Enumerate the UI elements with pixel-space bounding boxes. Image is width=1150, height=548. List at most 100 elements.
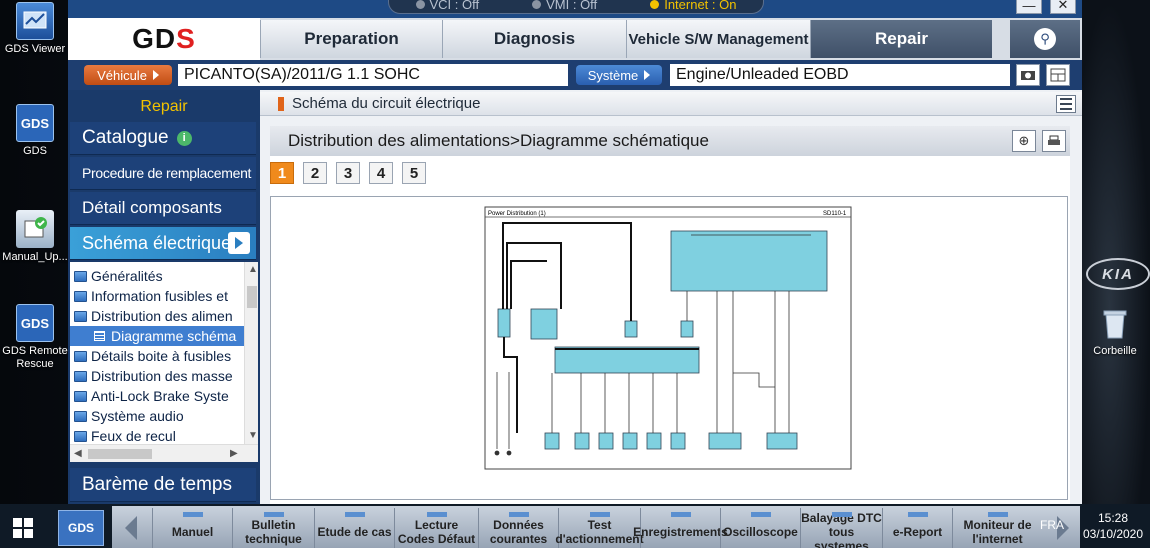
info-icon[interactable]: i (176, 130, 192, 146)
toolbar-oscilloscope[interactable]: Oscilloscope (720, 508, 800, 548)
scroll-thumb[interactable] (247, 286, 257, 308)
kia-logo-icon: KIA (1086, 258, 1150, 290)
vehicle-field: PICANTO(SA)/2011/G 1.1 SOHC (178, 64, 568, 86)
search-button[interactable]: ⚲ (1010, 20, 1080, 58)
tree-item[interactable]: Distribution des alimen (70, 306, 244, 326)
sidebar-item-schema-electrique[interactable]: Schéma électrique (70, 227, 256, 260)
tab-diagnosis[interactable]: Diagnosis (442, 20, 626, 58)
folder-icon (74, 290, 87, 302)
gds-logo: GD S (68, 18, 260, 60)
sidebar-item-procedure[interactable]: Procedure de remplacement (70, 157, 256, 190)
page-button-3[interactable]: 3 (336, 162, 360, 184)
system-clock[interactable]: 15:28 03/10/2020 (1082, 510, 1144, 542)
desktop-icon-gds[interactable]: GDS GDS (0, 104, 70, 157)
tab-vehicle-sw-management[interactable]: Vehicle S/W Management (626, 20, 810, 58)
vehicle-bar: Véhicule PICANTO(SA)/2011/G 1.1 SOHC Sys… (68, 60, 1082, 90)
toolbar-enregistrements[interactable]: Enregistrements (633, 508, 728, 548)
toolbar-bulletin[interactable]: Bulletin technique (232, 508, 314, 548)
desktop-icon-manual-update[interactable]: Manual_Up... (0, 210, 70, 263)
toolbar-lecture-codes[interactable]: Lecture Codes Défaut (394, 508, 478, 548)
zoom-icon: ⊕ (1018, 133, 1030, 148)
minimize-button[interactable]: — (1016, 0, 1042, 14)
main-navbar: GD S Preparation Diagnosis Vehicle S/W Ma… (68, 18, 1082, 60)
toolbar-e-report[interactable]: e-Report (882, 508, 952, 548)
desktop-icon-gds-viewer[interactable]: GDS Viewer (0, 2, 70, 55)
menu-button[interactable] (1056, 95, 1076, 113)
tree-vertical-scrollbar[interactable]: ▲ ▼ (244, 262, 258, 444)
system-select-button[interactable]: Système (576, 65, 662, 85)
vmi-status: VMI : Off (532, 0, 597, 12)
close-icon: ✕ (1057, 0, 1069, 12)
print-icon (1048, 135, 1060, 145)
toolbar-prev-button[interactable] (116, 512, 146, 544)
page-button-4[interactable]: 4 (369, 162, 393, 184)
tree-item[interactable]: Feux de recul (70, 426, 244, 446)
toolbar-moniteur-internet[interactable]: Moniteur de l'internet (952, 508, 1042, 548)
tree-item[interactable]: Généralités (70, 266, 244, 286)
breadcrumb: Distribution des alimentations>Diagramme… (270, 126, 1070, 156)
folder-icon (74, 430, 87, 442)
desktop-icon-recycle-bin[interactable]: Corbeille (1080, 304, 1150, 357)
tree-horizontal-scrollbar[interactable]: ◀ ▶ (70, 444, 258, 462)
tree-item[interactable]: Système audio (70, 406, 244, 426)
scroll-left-icon[interactable]: ◀ (74, 448, 82, 459)
zoom-button[interactable]: ⊕ (1012, 130, 1036, 152)
vehicle-select-button[interactable]: Véhicule (84, 65, 172, 85)
toolbar-etude-de-cas[interactable]: Etude de cas (314, 508, 394, 548)
page-button-1[interactable]: 1 (270, 162, 294, 184)
gds-window: VCI : Off VMI : Off Internet : On — ✕ GD… (68, 0, 1082, 510)
document-icon (94, 331, 105, 341)
scroll-thumb[interactable] (88, 449, 152, 459)
tab-preparation[interactable]: Preparation (260, 20, 442, 58)
sidebar-item-detail-composants[interactable]: Détail composants (70, 192, 256, 225)
toolbar-balayage-dtc[interactable]: Balayage DTC tous systemes (800, 508, 882, 548)
taskbar-gds-app[interactable]: GDS (58, 510, 104, 546)
start-button[interactable] (0, 508, 46, 548)
toolbar-test-actionnement[interactable]: Test d'actionnement (555, 508, 644, 548)
schema-tree: Généralités Information fusibles et Dist… (70, 262, 258, 462)
repair-sidebar: Repair Catalogue i Procedure de remplacem… (68, 90, 260, 510)
content-area: Schéma du circuit électrique Distributio… (260, 90, 1082, 510)
toolbar-manuel[interactable]: Manuel (152, 508, 232, 548)
windows-logo-icon (13, 518, 33, 538)
sidebar-item-bareme[interactable]: Barème de temps (70, 468, 256, 502)
tree-item[interactable]: Information fusibles et (70, 286, 244, 306)
internet-status-icon (650, 0, 660, 9)
diagram-panel: Distribution des alimentations>Diagramme… (270, 126, 1070, 504)
vmi-status-icon (532, 0, 542, 9)
tab-repair[interactable]: Repair (810, 20, 992, 58)
page-selector: 1 2 3 4 5 (270, 162, 426, 184)
language-indicator[interactable]: FRA (1040, 518, 1064, 532)
tree-item[interactable]: Distribution des masse (70, 366, 244, 386)
windows-taskbar: GDS Manuel Bulletin technique Etude de c… (0, 504, 1150, 548)
gds-function-toolbar: Manuel Bulletin technique Etude de cas L… (112, 506, 1080, 548)
schematic-viewer[interactable]: Power Distribution (1) SD110-1 (270, 196, 1068, 500)
folder-icon (74, 350, 87, 362)
folder-icon (74, 410, 87, 422)
tree-item-selected[interactable]: Diagramme schéma (70, 326, 244, 346)
scroll-right-icon[interactable]: ▶ (230, 448, 238, 459)
folder-icon (74, 270, 87, 282)
expand-arrow-icon[interactable] (228, 232, 250, 254)
page-button-5[interactable]: 5 (402, 162, 426, 184)
connection-status-bar: VCI : Off VMI : Off Internet : On (388, 0, 764, 14)
close-button[interactable]: ✕ (1050, 0, 1076, 14)
desktop-icon-gds-remote[interactable]: GDS GDS Remote Rescue (0, 304, 70, 371)
tree-item[interactable]: Anti-Lock Brake Syste (70, 386, 244, 406)
search-icon: ⚲ (1034, 28, 1056, 50)
minimize-icon: — (1022, 0, 1036, 13)
toolbar-donnees-courantes[interactable]: Données courantes (478, 508, 558, 548)
sidebar-item-catalogue[interactable]: Catalogue i (70, 122, 256, 155)
print-button[interactable] (1042, 130, 1066, 152)
folder-icon (74, 310, 87, 322)
manual-update-icon (16, 210, 54, 248)
arrow-right-icon (152, 70, 159, 80)
scroll-up-icon[interactable]: ▲ (248, 264, 258, 275)
page-button-2[interactable]: 2 (303, 162, 327, 184)
tree-item[interactable]: Détails boite à fusibles (70, 346, 244, 366)
gds-viewer-icon (16, 2, 54, 40)
scroll-down-icon[interactable]: ▼ (248, 430, 258, 441)
layout-button[interactable] (1046, 64, 1070, 86)
camera-button[interactable] (1016, 64, 1040, 86)
flag-icon (278, 96, 284, 111)
